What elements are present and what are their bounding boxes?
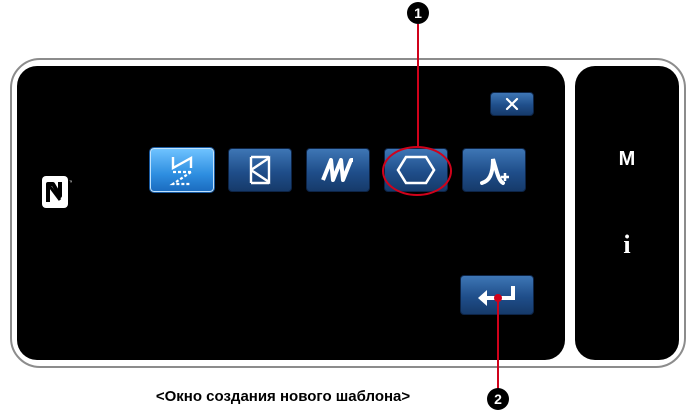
x-icon bbox=[505, 97, 519, 111]
multi-zigzag-icon bbox=[321, 158, 353, 182]
zigzag-icon bbox=[249, 155, 271, 185]
pattern-type-multi-zigzag-button[interactable] bbox=[306, 148, 370, 192]
callout-ring-1 bbox=[382, 146, 452, 196]
pattern-type-zigzag-button[interactable] bbox=[228, 148, 292, 192]
pattern-type-curve-add-button[interactable] bbox=[462, 148, 526, 192]
main-screen bbox=[17, 66, 565, 360]
callout-line-1 bbox=[417, 24, 419, 148]
info-button[interactable]: i bbox=[575, 230, 679, 260]
callout-marker-1: 1 bbox=[407, 2, 429, 24]
side-screen bbox=[575, 66, 679, 360]
curve-add-icon bbox=[480, 158, 509, 185]
screen-caption: <Окно создания нового шаблона> bbox=[155, 388, 411, 405]
svg-text:™: ™ bbox=[69, 180, 72, 186]
pattern-type-zigzag-dashed-button[interactable] bbox=[150, 148, 214, 192]
menu-button[interactable]: M bbox=[575, 148, 679, 171]
callout-line-2 bbox=[497, 298, 499, 390]
nfc-icon: ™ bbox=[40, 172, 74, 212]
close-button[interactable] bbox=[490, 92, 534, 116]
zigzag-dashed-icon bbox=[169, 155, 193, 186]
